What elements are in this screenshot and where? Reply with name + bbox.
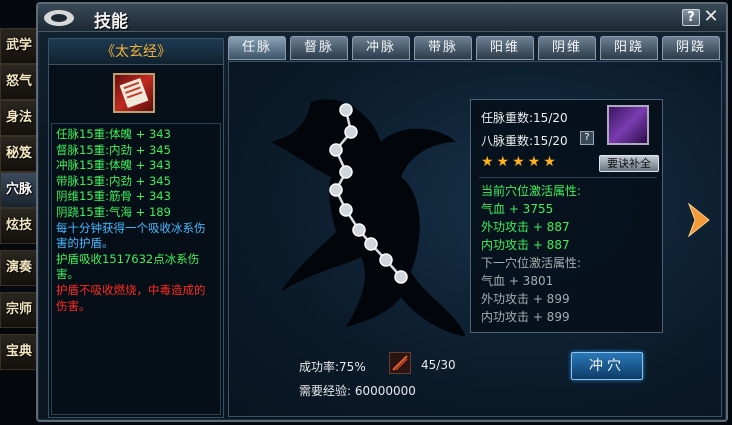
meridian-tabs: 任脉 督脉 冲脉 带脉 阳维 阴维 阳跷 阴跷 bbox=[228, 36, 722, 60]
acupoint[interactable] bbox=[352, 223, 366, 237]
next-attr: 气血 + 3801 bbox=[481, 274, 554, 288]
current-attr: 外功攻击 + 887 bbox=[481, 220, 570, 234]
tab-yangwei[interactable]: 阳维 bbox=[476, 36, 534, 60]
side-item-baodian[interactable]: 宝典 bbox=[0, 334, 38, 370]
next-attr-title: 下一穴位激活属性: bbox=[481, 256, 582, 270]
close-button[interactable]: ✕ bbox=[702, 8, 720, 26]
side-item-nuqi[interactable]: 怒气 bbox=[0, 64, 38, 100]
desc-line: 每十分钟获得一个吸收冰系伤害的护盾。 bbox=[56, 220, 206, 251]
ren-level: 任脉重数:15/20 bbox=[481, 111, 568, 125]
item-count: 45/30 bbox=[421, 358, 456, 372]
acupoint[interactable] bbox=[339, 203, 353, 217]
desc-line: 阴跷15重:气海 + 189 bbox=[56, 204, 171, 219]
desc-line: 阴维15重:筋骨 + 343 bbox=[56, 189, 171, 204]
breach-acupoint-button[interactable]: 冲穴 bbox=[571, 352, 643, 380]
current-attr: 气血 + 3755 bbox=[481, 202, 554, 216]
desc-line: 带脉15重:内劲 + 345 bbox=[56, 173, 171, 188]
warrior-silhouette bbox=[271, 99, 466, 337]
side-item-xuanji[interactable]: 炫技 bbox=[0, 208, 38, 244]
current-attr: 内功攻击 + 887 bbox=[481, 238, 570, 252]
meridian-content: 任脉重数:15/20 八脉重数:15/20 ? ★★★★★ 要诀补全 当前穴位激… bbox=[228, 61, 722, 417]
window-title: 技能 bbox=[94, 12, 128, 32]
book-icon[interactable] bbox=[113, 73, 155, 113]
acupoint[interactable] bbox=[339, 165, 353, 179]
desc-line: 护盾不吸收燃烧，中毒造成的伤害。 bbox=[56, 282, 206, 313]
side-item-shenfa[interactable]: 身法 bbox=[0, 100, 38, 136]
help-button[interactable]: ? bbox=[682, 9, 700, 26]
tab-chongmai[interactable]: 冲脉 bbox=[352, 36, 410, 60]
book-title: 《太玄经》 bbox=[49, 39, 223, 65]
acupoint[interactable] bbox=[364, 237, 378, 251]
tab-yinwei[interactable]: 阴维 bbox=[538, 36, 596, 60]
current-attr-title: 当前穴位激活属性: bbox=[481, 184, 582, 198]
tab-yangqiao[interactable]: 阳跷 bbox=[600, 36, 658, 60]
title-bar: 技能 ? ✕ bbox=[38, 4, 726, 32]
next-attr: 内功攻击 + 899 bbox=[481, 310, 570, 324]
skill-window: 技能 ? ✕ 《太玄经》 任脉15重:体魄 + 343 督脉15重:内劲 + 3… bbox=[36, 2, 728, 422]
tab-dumai[interactable]: 督脉 bbox=[290, 36, 348, 60]
side-item-miji[interactable]: 秘笈 bbox=[0, 136, 38, 172]
acupoint[interactable] bbox=[339, 103, 353, 117]
meridian-info-box: 任脉重数:15/20 八脉重数:15/20 ? ★★★★★ 要诀补全 当前穴位激… bbox=[470, 99, 663, 333]
book-panel: 《太玄经》 任脉15重:体魄 + 343 督脉15重:内劲 + 345 冲脉15… bbox=[48, 38, 224, 418]
divider bbox=[479, 177, 657, 178]
acupoint[interactable] bbox=[329, 143, 343, 157]
side-item-yanzou[interactable]: 演奏 bbox=[0, 250, 38, 286]
acupoint[interactable] bbox=[379, 253, 393, 267]
next-page-arrow-icon[interactable] bbox=[685, 202, 711, 238]
tab-yinqiao[interactable]: 阴跷 bbox=[662, 36, 720, 60]
tab-renmai[interactable]: 任脉 bbox=[228, 36, 286, 60]
star-rating: ★★★★★ bbox=[481, 154, 559, 170]
acupoint[interactable] bbox=[344, 125, 358, 139]
meridian-figure bbox=[271, 99, 466, 337]
desc-line: 护盾吸收1517632点冰系伤害。 bbox=[56, 251, 200, 282]
desc-line: 任脉15重:体魄 + 343 bbox=[56, 127, 171, 141]
secret-scroll-icon[interactable] bbox=[607, 105, 649, 145]
question-icon[interactable]: ? bbox=[580, 131, 594, 145]
complete-secret-button[interactable]: 要诀补全 bbox=[599, 155, 659, 172]
exp-needed: 需要经验: 60000000 bbox=[299, 384, 416, 398]
desc-line: 督脉15重:内劲 + 345 bbox=[56, 142, 171, 157]
side-item-xuemai[interactable]: 穴脉 bbox=[0, 172, 38, 208]
acupoint[interactable] bbox=[329, 183, 343, 197]
needle-item-icon[interactable] bbox=[389, 352, 411, 374]
needle-icon bbox=[392, 355, 408, 371]
ba-level: 八脉重数:15/20 bbox=[481, 134, 568, 148]
side-item-zongshi[interactable]: 宗师 bbox=[0, 292, 38, 328]
side-item-wuxue[interactable]: 武学 bbox=[0, 28, 38, 64]
book-description: 任脉15重:体魄 + 343 督脉15重:内劲 + 345 冲脉15重:体魄 +… bbox=[51, 123, 221, 415]
success-rate: 成功率:75% bbox=[299, 360, 366, 374]
cloud-logo-icon bbox=[44, 10, 74, 26]
next-attr: 外功攻击 + 899 bbox=[481, 292, 570, 306]
acupoint[interactable] bbox=[394, 270, 408, 284]
scroll-icon bbox=[119, 77, 149, 109]
tab-daimai[interactable]: 带脉 bbox=[414, 36, 472, 60]
desc-line: 冲脉15重:体魄 + 343 bbox=[56, 158, 171, 173]
